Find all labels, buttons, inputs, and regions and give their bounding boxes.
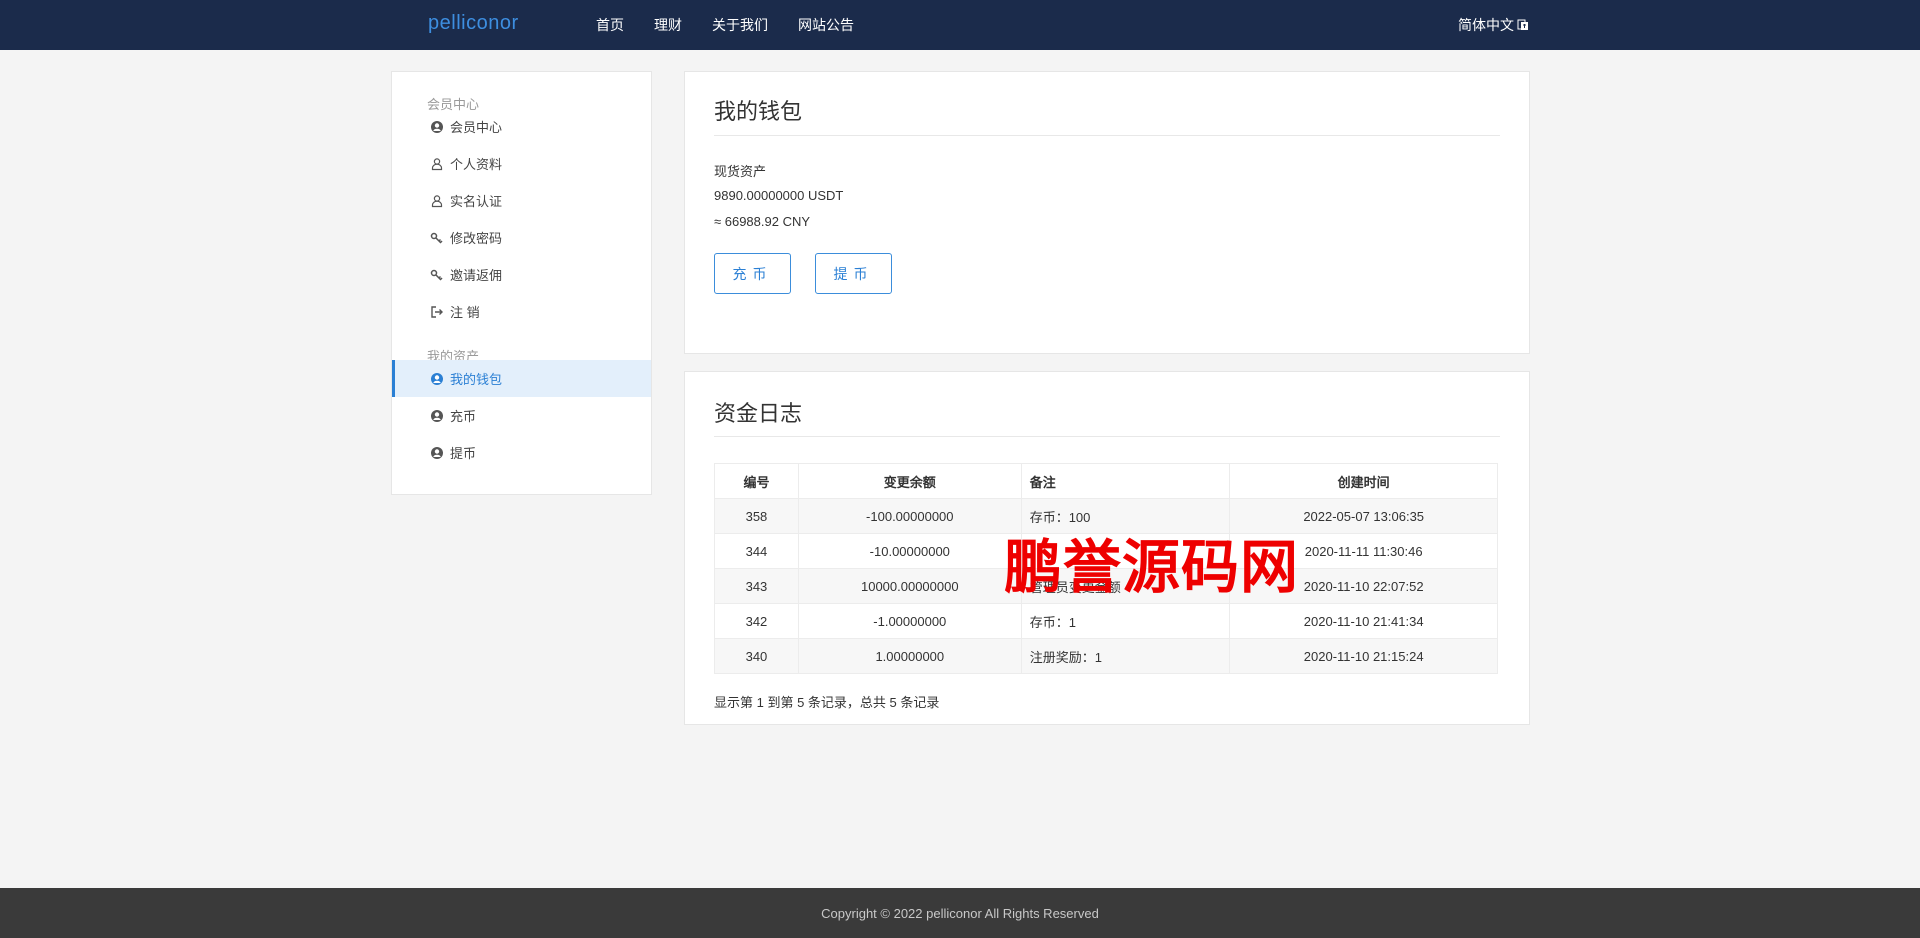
sidebar-item-label: 会员中心 <box>450 120 503 135</box>
cell-id: 340 <box>714 638 799 674</box>
cell-amount: -10.00000000 <box>797 533 1022 569</box>
cell-time: 2020-11-10 21:41:34 <box>1229 603 1498 639</box>
sign-out-icon <box>430 305 444 319</box>
sidebar-item-deposit[interactable]: 充币 <box>392 397 651 434</box>
fund-log-title: 资金日志 <box>714 401 803 426</box>
table-row: 340 1.00000000 注册奖励：1 2020-11-10 21:15:2… <box>714 638 1498 674</box>
withdraw-button[interactable]: 提币 <box>815 253 892 294</box>
cell-amount: -1.00000000 <box>797 603 1022 639</box>
nav-announcements[interactable]: 网站公告 <box>798 15 854 35</box>
sidebar: 会员中心 会员中心 个人资料 实名认证 修改密码 邀请返佣 注 销 我的资产 我… <box>391 71 652 495</box>
usdt-balance: 9890.00000000 USDT <box>714 188 844 203</box>
user-outline-icon <box>430 194 444 208</box>
sidebar-item-change-password[interactable]: 修改密码 <box>392 219 651 256</box>
cny-balance: ≈ 66988.92 CNY <box>714 214 811 229</box>
divider <box>714 135 1500 136</box>
cell-id: 344 <box>714 533 799 569</box>
sidebar-item-verification[interactable]: 实名认证 <box>392 182 651 219</box>
language-label: 简体中文 <box>1458 17 1514 33</box>
asset-label: 现货资产 <box>714 164 767 179</box>
cell-id: 343 <box>714 568 799 604</box>
col-header-amount[interactable]: 变更余额 <box>797 463 1022 499</box>
sidebar-item-label: 修改密码 <box>450 231 503 246</box>
wallet-card: 我的钱包 现货资产 9890.00000000 USDT ≈ 66988.92 … <box>684 71 1530 354</box>
table-header-row: 编号 变更余额 备注 创建时间 <box>714 463 1498 499</box>
sidebar-item-referral[interactable]: 邀请返佣 <box>392 256 651 293</box>
top-navbar: pelliconor 首页 理财 关于我们 网站公告 简体中文 <box>0 0 1920 50</box>
cell-amount: 1.00000000 <box>797 638 1022 674</box>
col-header-time[interactable]: 创建时间 <box>1229 463 1498 499</box>
footer: Copyright © 2022 pelliconor All Rights R… <box>0 888 1920 938</box>
sidebar-item-label: 提币 <box>450 446 477 461</box>
sidebar-item-label: 注 销 <box>450 305 480 320</box>
cell-id: 358 <box>714 498 799 534</box>
sidebar-item-member-center[interactable]: 会员中心 <box>392 108 651 145</box>
sidebar-item-label: 个人资料 <box>450 157 503 172</box>
cell-id: 342 <box>714 603 799 639</box>
translate-icon <box>1517 19 1528 30</box>
col-header-id[interactable]: 编号 <box>714 463 799 499</box>
cell-amount: 10000.00000000 <box>797 568 1022 604</box>
nav-home[interactable]: 首页 <box>596 15 624 35</box>
nav-finance[interactable]: 理财 <box>654 15 682 35</box>
language-switcher[interactable]: 简体中文 <box>1458 15 1529 35</box>
sidebar-item-withdraw[interactable]: 提币 <box>392 434 651 471</box>
table-row: 342 -1.00000000 存币：1 2020-11-10 21:41:34 <box>714 603 1498 639</box>
copyright-text: Copyright © 2022 pelliconor All Rights R… <box>821 905 1099 921</box>
col-header-remark[interactable]: 备注 <box>1020 463 1231 499</box>
wallet-title: 我的钱包 <box>714 99 803 124</box>
sidebar-item-logout[interactable]: 注 销 <box>392 293 651 330</box>
sidebar-item-label: 充币 <box>450 409 477 424</box>
user-circle-icon <box>430 372 444 386</box>
divider <box>714 436 1500 437</box>
pagination-info: 显示第 1 到第 5 条记录，总共 5 条记录 <box>714 695 940 710</box>
sidebar-item-label: 我的钱包 <box>450 372 503 387</box>
nav-about[interactable]: 关于我们 <box>712 15 768 35</box>
sidebar-item-my-wallet[interactable]: 我的钱包 <box>392 360 651 397</box>
cell-remark: 存币：1 <box>1020 603 1231 639</box>
user-circle-icon <box>430 120 444 134</box>
deposit-button[interactable]: 充币 <box>714 253 791 294</box>
user-circle-icon <box>430 446 444 460</box>
main-nav: 首页 理财 关于我们 网站公告 <box>596 15 884 35</box>
cell-remark: 注册奖励：1 <box>1020 638 1231 674</box>
watermark: 鹏誉源码网 <box>1004 533 1300 601</box>
cell-time: 2020-11-10 21:15:24 <box>1229 638 1498 674</box>
key-icon <box>430 231 444 245</box>
sidebar-item-label: 实名认证 <box>450 194 503 209</box>
user-circle-icon <box>430 409 444 423</box>
user-outline-icon <box>430 157 444 171</box>
cell-amount: -100.00000000 <box>797 498 1022 534</box>
sidebar-item-label: 邀请返佣 <box>450 268 503 283</box>
key-icon <box>430 268 444 282</box>
brand-logo[interactable]: pelliconor <box>428 12 519 35</box>
sidebar-item-profile[interactable]: 个人资料 <box>392 145 651 182</box>
